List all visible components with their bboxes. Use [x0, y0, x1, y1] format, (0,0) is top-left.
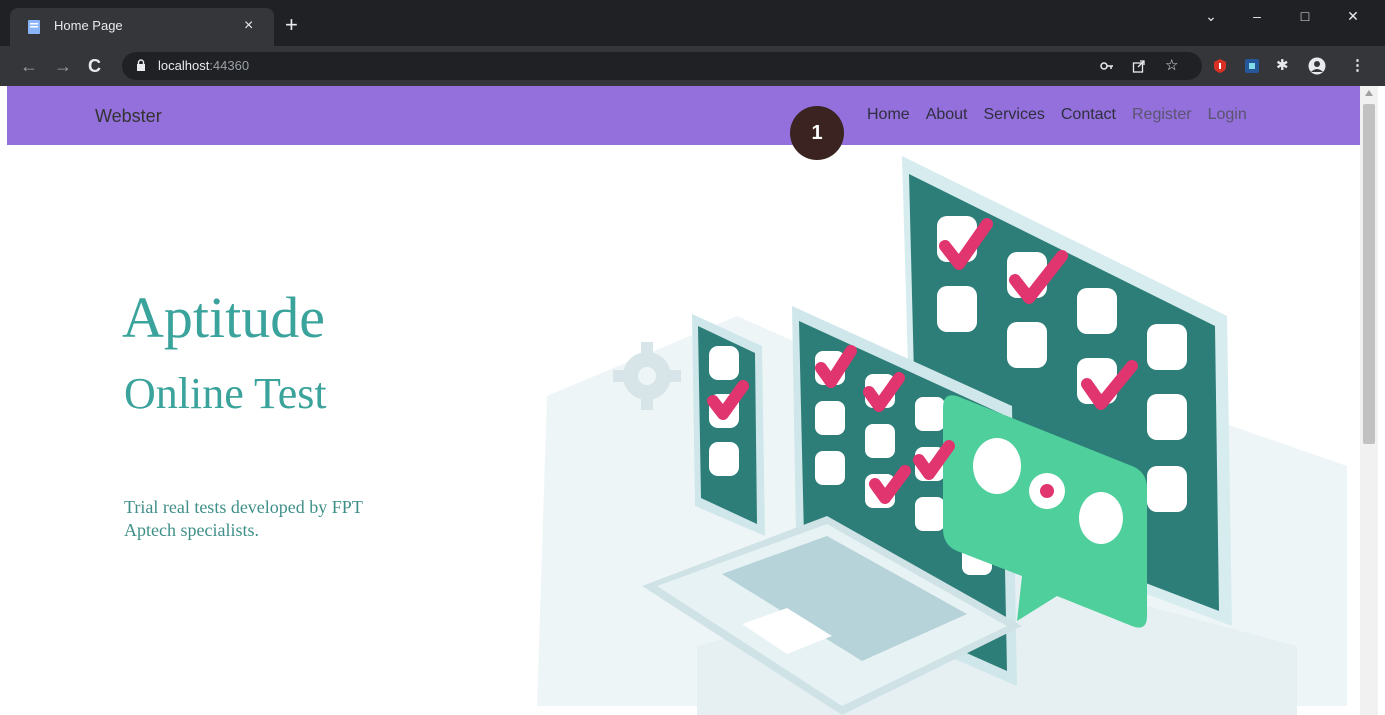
page-scrollbar[interactable] [1360, 86, 1378, 715]
nav-login[interactable]: Login [1208, 106, 1247, 124]
scroll-up-arrow-icon[interactable] [1365, 90, 1373, 96]
close-window-button[interactable]: ✕ [1338, 8, 1368, 25]
nav-register[interactable]: Register [1132, 106, 1192, 124]
menu-dots-icon[interactable]: ⋮ [1350, 56, 1365, 76]
scroll-thumb[interactable] [1363, 104, 1375, 444]
online-test-illustration [537, 156, 1347, 715]
tab-search-button[interactable]: ⌄ [1196, 8, 1226, 25]
maximize-button[interactable]: □ [1290, 8, 1320, 24]
star-icon[interactable]: ☆ [1165, 56, 1178, 74]
phone [692, 314, 765, 536]
url-text: localhost:44360 [158, 58, 249, 73]
profile-icon[interactable] [1308, 57, 1326, 75]
nav-home[interactable]: Home [867, 106, 910, 124]
tab-strip: Home Page × + ⌄ – □ ✕ [0, 0, 1385, 46]
nav-about[interactable]: About [926, 106, 968, 124]
address-bar[interactable]: localhost:44360 ☆ [122, 52, 1202, 80]
nav-contact[interactable]: Contact [1061, 106, 1116, 124]
nav-links: Home About Services Contact Register Log… [867, 106, 1263, 124]
tab-close-icon[interactable]: × [244, 16, 253, 36]
extension-grid-icon[interactable] [1244, 58, 1260, 74]
hero-description: Trial real tests developed by FPT Aptech… [124, 497, 363, 540]
reload-icon[interactable]: C [88, 56, 101, 76]
browser-tab[interactable]: Home Page × [10, 8, 274, 46]
url-host: localhost [158, 58, 210, 73]
hero-title: Aptitude [122, 285, 325, 350]
hero-subtitle: Online Test [124, 369, 327, 418]
forward-arrow-icon[interactable]: → [54, 56, 72, 76]
page-icon [28, 20, 40, 34]
url-port: :44360 [209, 58, 250, 73]
share-icon[interactable] [1132, 59, 1146, 73]
key-icon[interactable] [1100, 60, 1114, 72]
site-brand[interactable]: Webster [95, 106, 162, 127]
browser-toolbar: ← → C localhost:44360 ☆ ✱ ⋮ [0, 46, 1385, 86]
back-arrow-icon[interactable]: ← [20, 56, 38, 76]
new-tab-button[interactable]: + [285, 14, 298, 36]
tab-title: Home Page [54, 18, 123, 33]
lock-icon [137, 59, 145, 71]
page-viewport: Webster Home About Services Contact Regi… [7, 86, 1360, 715]
site-navbar: Webster Home About Services Contact Regi… [7, 86, 1360, 145]
annotation-badge: 1 [790, 106, 844, 160]
extension-red-icon[interactable] [1212, 58, 1228, 74]
minimize-button[interactable]: – [1242, 8, 1272, 24]
puzzle-icon[interactable]: ✱ [1276, 56, 1289, 76]
nav-services[interactable]: Services [984, 106, 1045, 124]
